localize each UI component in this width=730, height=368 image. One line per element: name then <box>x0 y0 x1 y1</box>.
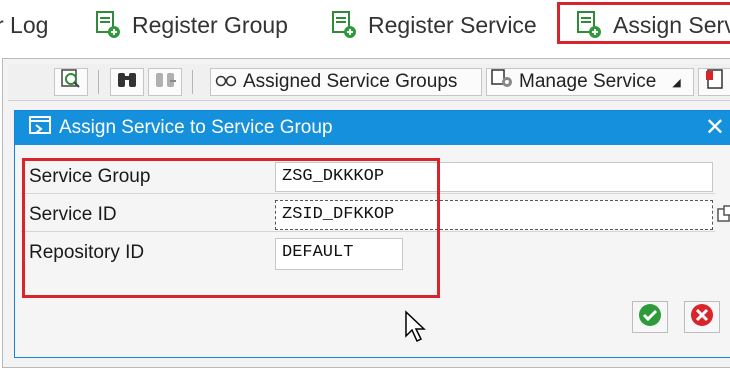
toolbar-separator <box>192 70 193 94</box>
checkmark-icon <box>638 303 662 332</box>
error-log-button[interactable] <box>698 68 730 96</box>
dialog-title: Assign Service to Service Group <box>59 117 333 138</box>
add-document-icon <box>96 11 122 39</box>
add-document-icon <box>577 11 603 39</box>
toolbar-separator <box>98 70 99 94</box>
register-service-label: Register Service <box>368 11 537 38</box>
log-button[interactable]: r Log <box>0 6 48 44</box>
find-button[interactable] <box>54 68 88 96</box>
register-service-button[interactable]: Register Service <box>332 6 537 44</box>
assign-service-button[interactable]: Assign Serv <box>577 6 730 44</box>
find-next-button[interactable] <box>148 68 182 96</box>
confirm-button[interactable] <box>632 301 668 333</box>
glasses-icon <box>215 71 237 93</box>
cancel-icon <box>690 303 714 332</box>
add-document-icon <box>332 11 358 39</box>
dropdown-arrow-icon: ◢ <box>672 76 681 89</box>
register-group-button[interactable]: Register Group <box>96 6 288 44</box>
highlight-box-form <box>22 158 440 298</box>
assigned-service-groups-label: Assigned Service Groups <box>243 71 458 92</box>
assigned-service-groups-button[interactable]: Assigned Service Groups <box>210 68 482 96</box>
manage-service-button[interactable]: Manage Service ◢ <box>486 68 694 96</box>
log-label: r Log <box>0 11 49 38</box>
settings-icon <box>491 68 515 96</box>
mouse-cursor-icon <box>404 310 428 349</box>
find-icon <box>60 68 82 96</box>
dialog-title-bar: Assign Service to Service Group ✕ <box>15 111 730 145</box>
secondary-toolbar: Assigned Service Groups Manage Service ◢ <box>8 64 730 101</box>
binoculars-icon <box>116 69 138 95</box>
cancel-button[interactable] <box>684 301 720 333</box>
dialog-window-icon <box>29 116 51 140</box>
register-group-label: Register Group <box>132 11 288 38</box>
application-toolbar: r Log Register Group Register Service As… <box>0 0 730 50</box>
binoculars-button[interactable] <box>110 68 144 96</box>
binoculars-plus-icon <box>154 69 176 95</box>
close-icon[interactable]: ✕ <box>705 114 725 142</box>
value-help-icon[interactable] <box>717 205 730 228</box>
error-document-icon <box>705 68 725 96</box>
manage-service-label: Manage Service <box>519 71 657 92</box>
assign-service-label: Assign Serv <box>613 11 730 38</box>
